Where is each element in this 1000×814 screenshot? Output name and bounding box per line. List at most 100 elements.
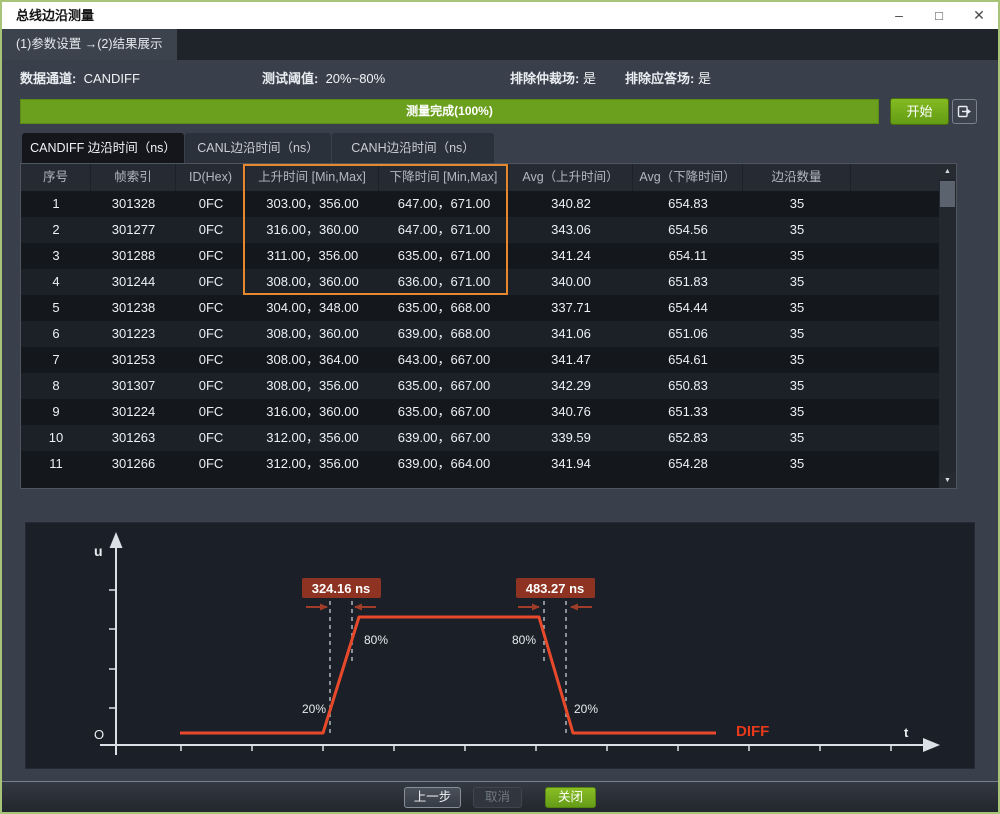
table-cell: 0FC — [176, 269, 246, 295]
table-cell-filler — [851, 243, 939, 269]
tab-canh-edge-time[interactable]: CANH边沿时间（ns） — [332, 133, 494, 163]
threshold-label: 测试阈值: — [262, 71, 318, 86]
table-cell: 10 — [21, 425, 91, 451]
start-button[interactable]: 开始 — [890, 98, 949, 125]
table-cell-filler — [851, 269, 939, 295]
table-row[interactable]: 103012630FC312.00，356.00639.00，667.00339… — [21, 425, 956, 451]
maximize-icon[interactable]: □ — [930, 2, 948, 29]
table-cell: 301307 — [91, 373, 176, 399]
column-header: 上升时间 [Min,Max] — [246, 164, 379, 191]
table-cell: 35 — [743, 399, 851, 425]
table-cell: 35 — [743, 269, 851, 295]
table-cell: 301238 — [91, 295, 176, 321]
table-row[interactable]: 33012880FC311.00，356.00635.00，671.00341.… — [21, 243, 956, 269]
export-button[interactable] — [952, 99, 977, 124]
rise-low-threshold-label: 20% — [302, 702, 326, 716]
table-cell: 654.83 — [633, 191, 743, 217]
signal-name-label: DIFF — [736, 723, 769, 740]
close-icon[interactable]: ✕ — [970, 2, 988, 29]
table-cell: 0FC — [176, 373, 246, 399]
waveform-panel: u O t 324.16 ns 80% 20% — [25, 522, 975, 769]
fall-high-threshold-label: 80% — [512, 633, 536, 647]
scrollbar-thumb[interactable] — [940, 181, 955, 207]
column-header: 边沿数量 — [743, 164, 851, 191]
exclude-ack-info: 排除应答场: 是 — [625, 68, 711, 87]
table-cell: 340.82 — [509, 191, 633, 217]
table-cell: 301244 — [91, 269, 176, 295]
table-scrollbar[interactable]: ▲ ▼ — [939, 164, 956, 488]
fall-time-value: 483.27 ns — [526, 581, 585, 596]
column-header-filler — [851, 164, 939, 191]
tab-candiff-edge-time[interactable]: CANDIFF 边沿时间（ns） — [22, 133, 184, 163]
table-cell: 341.06 — [509, 321, 633, 347]
x-axis-arrow-icon — [923, 738, 940, 752]
table-row[interactable]: 63012230FC308.00，360.00639.00，668.00341.… — [21, 321, 956, 347]
x-axis-label: t — [904, 725, 909, 740]
scroll-down-icon[interactable]: ▼ — [939, 473, 956, 488]
title-bar: 总线边沿测量 – □ ✕ — [2, 2, 998, 29]
scroll-up-icon[interactable]: ▲ — [939, 164, 956, 179]
table-row[interactable]: 83013070FC308.00，356.00635.00，667.00342.… — [21, 373, 956, 399]
table-cell: 4 — [21, 269, 91, 295]
cancel-button[interactable]: 取消 — [473, 787, 522, 808]
table-cell: 639.00，667.00 — [379, 425, 509, 451]
table-cell: 308.00，360.00 — [246, 321, 379, 347]
table-cell: 35 — [743, 321, 851, 347]
table-cell: 312.00，356.00 — [246, 451, 379, 477]
origin-label: O — [94, 727, 104, 742]
channel-info: 数据通道: CANDIFF — [20, 68, 140, 87]
table-row[interactable]: 23012770FC316.00，360.00647.00，671.00343.… — [21, 217, 956, 243]
window-frame: 总线边沿测量 – □ ✕ (1)参数设置 →(2)结果展示 数据通道: CAND… — [2, 2, 998, 812]
progress-text: 测量完成(100%) — [21, 100, 878, 123]
table-cell: 635.00，667.00 — [379, 373, 509, 399]
table-cell: 0FC — [176, 217, 246, 243]
table-cell-filler — [851, 347, 939, 373]
table-cell: 301263 — [91, 425, 176, 451]
table-cell: 301224 — [91, 399, 176, 425]
table-row[interactable]: 73012530FC308.00，364.00643.00，667.00341.… — [21, 347, 956, 373]
table-cell: 308.00，360.00 — [246, 269, 379, 295]
results-table-panel: 序号帧索引ID(Hex)上升时间 [Min,Max]下降时间 [Min,Max]… — [20, 163, 957, 489]
table-cell: 303.00，356.00 — [246, 191, 379, 217]
table-cell: 7 — [21, 347, 91, 373]
app-window: 总线边沿测量 – □ ✕ (1)参数设置 →(2)结果展示 数据通道: CAND… — [0, 0, 1000, 814]
table-cell: 652.83 — [633, 425, 743, 451]
table-cell: 316.00，360.00 — [246, 399, 379, 425]
channel-label: 数据通道: — [20, 71, 76, 86]
table-row[interactable]: 13013280FC303.00，356.00647.00，671.00340.… — [21, 191, 956, 217]
table-cell: 35 — [743, 217, 851, 243]
table-cell: 337.71 — [509, 295, 633, 321]
step-indicator: (1)参数设置 →(2)结果展示 — [2, 29, 177, 60]
fall-low-threshold-label: 20% — [574, 702, 598, 716]
table-cell: 35 — [743, 425, 851, 451]
table-row[interactable]: 53012380FC304.00，348.00635.00，668.00337.… — [21, 295, 956, 321]
table-cell-filler — [851, 191, 939, 217]
table-cell-filler — [851, 373, 939, 399]
exclude-arbitration-info: 排除仲裁场: 是 — [510, 68, 596, 87]
table-cell: 0FC — [176, 451, 246, 477]
table-cell: 301266 — [91, 451, 176, 477]
table-cell: 639.00，668.00 — [379, 321, 509, 347]
table-cell: 6 — [21, 321, 91, 347]
previous-step-button[interactable]: 上一步 — [404, 787, 461, 808]
table-cell: 636.00，671.00 — [379, 269, 509, 295]
progress-bar: 测量完成(100%) — [20, 99, 879, 124]
table-cell: 650.83 — [633, 373, 743, 399]
table-cell: 35 — [743, 295, 851, 321]
threshold-info: 测试阈值: 20%~80% — [262, 68, 385, 87]
tab-canl-edge-time[interactable]: CANL边沿时间（ns） — [185, 133, 331, 163]
table-cell: 340.00 — [509, 269, 633, 295]
column-header: 下降时间 [Min,Max] — [379, 164, 509, 191]
table-row[interactable]: 113012660FC312.00，356.00639.00，664.00341… — [21, 451, 956, 477]
table-row[interactable]: 93012240FC316.00，360.00635.00，667.00340.… — [21, 399, 956, 425]
table-row[interactable]: 43012440FC308.00，360.00636.00，671.00340.… — [21, 269, 956, 295]
table-cell: 651.33 — [633, 399, 743, 425]
table-cell-filler — [851, 399, 939, 425]
minimize-icon[interactable]: – — [890, 2, 908, 29]
close-button[interactable]: 关闭 — [545, 787, 596, 808]
table-cell: 301328 — [91, 191, 176, 217]
table-cell-filler — [851, 425, 939, 451]
table-cell: 301253 — [91, 347, 176, 373]
table-cell: 308.00，356.00 — [246, 373, 379, 399]
table-cell: 316.00，360.00 — [246, 217, 379, 243]
